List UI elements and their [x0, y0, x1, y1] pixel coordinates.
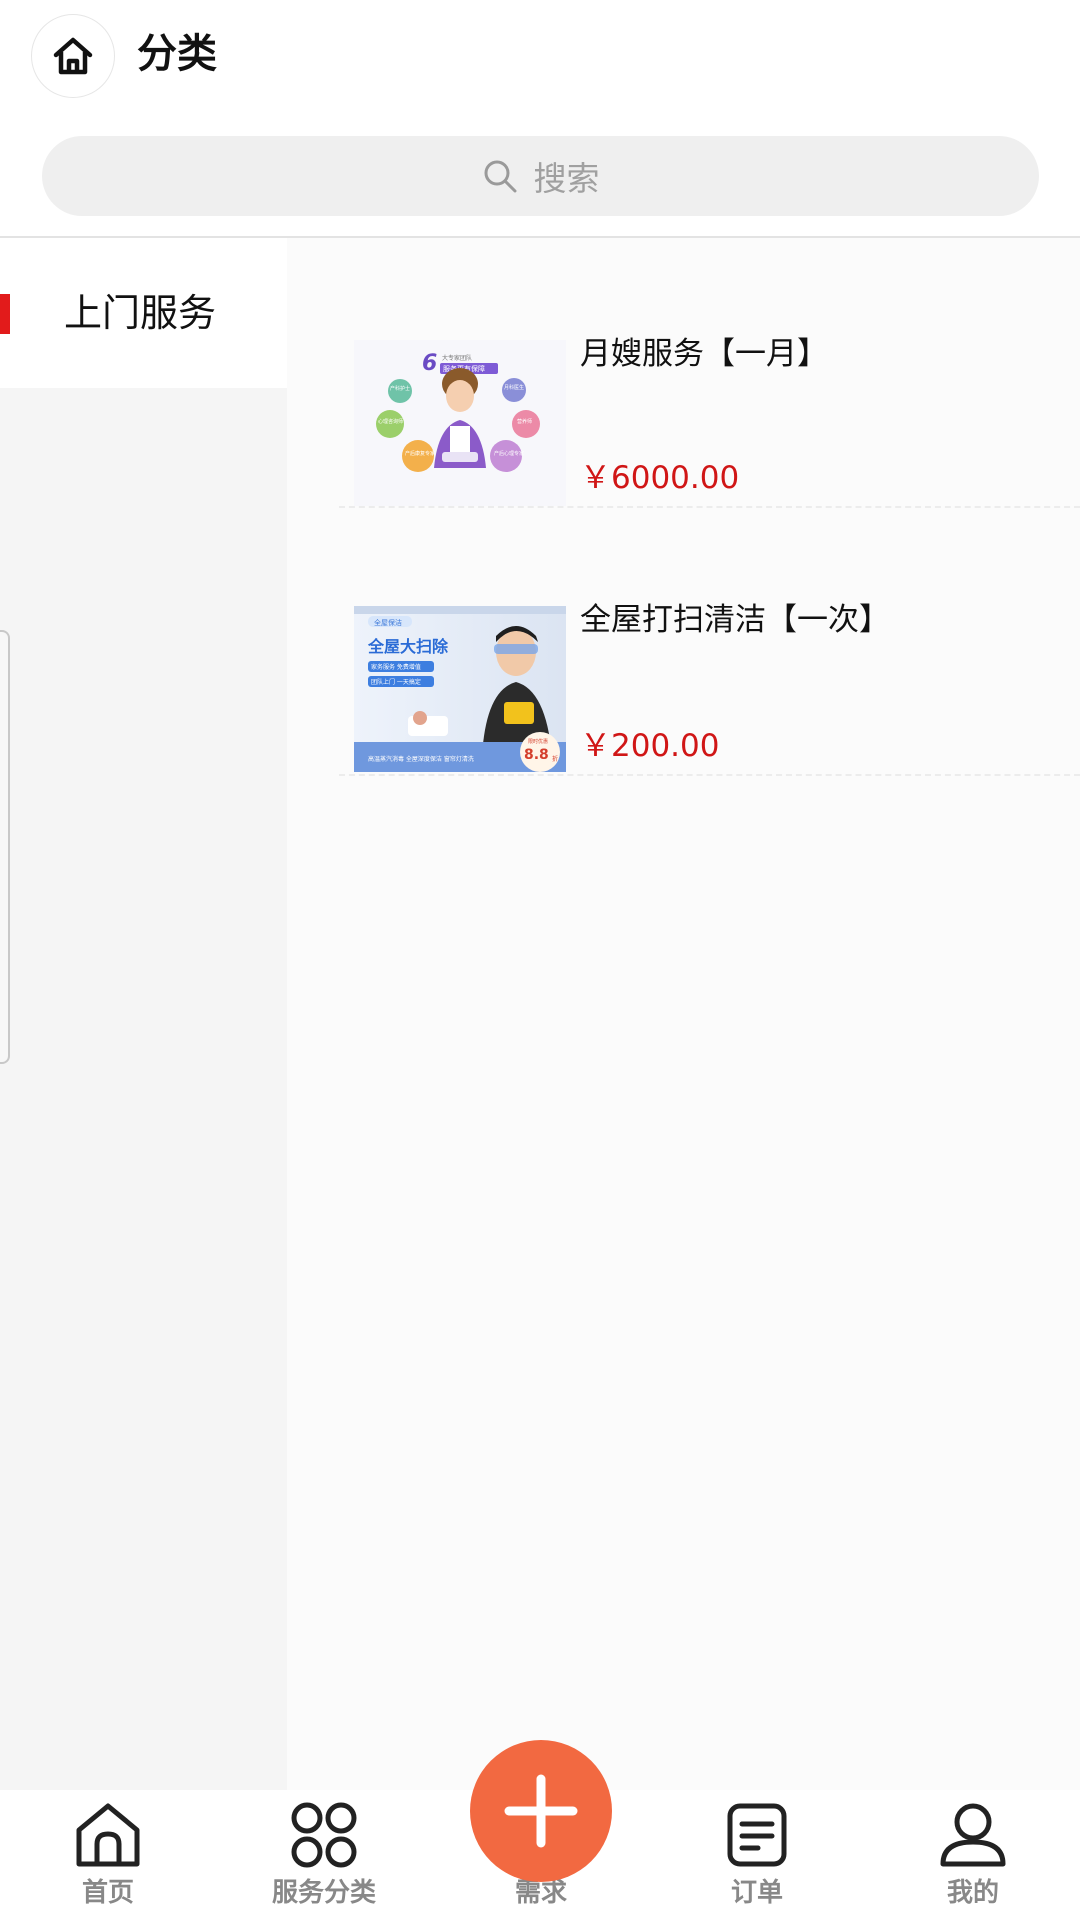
- nav-label: 我的: [946, 1878, 999, 1908]
- image-text: 全屋保洁: [374, 618, 402, 627]
- product-image: 6 大专家团队 服务更有保障 产科护士 月科医生 心理咨询师 营养师 产后康复专…: [354, 340, 566, 506]
- image-text: 8.8: [524, 747, 549, 763]
- image-text: 产科护士: [390, 385, 410, 392]
- image-text: 全屋大扫除: [367, 637, 449, 656]
- home-icon: [76, 1803, 140, 1867]
- user-icon: [940, 1803, 1006, 1867]
- image-text: 产后康复专家: [405, 450, 435, 457]
- product-item[interactable]: 全屋保洁 全屋大扫除 家务服务 免费增值 团队上门 一天搞定 高温蒸汽消毒 全屋…: [339, 506, 1080, 776]
- sidebar-scroll-handle[interactable]: [0, 630, 10, 1064]
- nav-item-orders[interactable]: 订单: [667, 1790, 847, 1920]
- order-icon: [727, 1803, 787, 1867]
- nav-item-home[interactable]: 首页: [18, 1790, 198, 1920]
- plus-icon: [504, 1774, 578, 1848]
- image-text: 限时优惠: [528, 738, 548, 745]
- active-indicator: [0, 294, 10, 334]
- product-name: 月嫂服务【一月】: [580, 336, 828, 372]
- image-text: 家务服务 免费增值: [371, 663, 421, 671]
- search-icon: [484, 160, 516, 193]
- category-sidebar: 上门服务: [0, 238, 287, 1790]
- image-text: 心理咨询师: [378, 418, 403, 425]
- product-name: 全屋打扫清洁【一次】: [580, 602, 890, 638]
- product-price: ￥6000.00: [580, 460, 740, 496]
- product-price: ￥200.00: [580, 728, 720, 764]
- product-item[interactable]: 6 大专家团队 服务更有保障 产科护士 月科医生 心理咨询师 营养师 产后康复专…: [339, 238, 1080, 508]
- product-image: 全屋保洁 全屋大扫除 家务服务 免费增值 团队上门 一天搞定 高温蒸汽消毒 全屋…: [354, 606, 566, 772]
- nav-label: 订单: [730, 1878, 783, 1908]
- nav-item-profile[interactable]: 我的: [883, 1790, 1063, 1920]
- image-text: 营养师: [517, 418, 532, 425]
- search-placeholder: 搜索: [533, 159, 600, 198]
- sidebar-item-home-service[interactable]: 上门服务: [0, 238, 287, 388]
- image-text: 高温蒸汽消毒 全屋深度保洁 窗帘灯清洗: [368, 755, 474, 763]
- nav-item-categories[interactable]: 服务分类: [234, 1790, 414, 1920]
- image-text: 大专家团队: [442, 354, 472, 362]
- add-demand-button[interactable]: [470, 1740, 612, 1882]
- grid-icon: [291, 1802, 357, 1868]
- page-title: 分类: [137, 31, 217, 77]
- home-button[interactable]: [31, 14, 115, 98]
- home-icon: [53, 37, 93, 75]
- image-text: 折: [552, 755, 558, 763]
- search-bar[interactable]: 搜索: [42, 136, 1039, 216]
- image-text: 6: [422, 351, 437, 376]
- image-text: 产后心理专家: [494, 450, 524, 457]
- nav-label: 首页: [81, 1878, 134, 1908]
- header: 分类: [0, 0, 1080, 112]
- image-text: 团队上门 一天搞定: [371, 678, 421, 686]
- nav-label: 服务分类: [271, 1878, 376, 1908]
- product-list: 6 大专家团队 服务更有保障 产科护士 月科医生 心理咨询师 营养师 产后康复专…: [287, 238, 1080, 1790]
- sidebar-item-label: 上门服务: [64, 291, 217, 335]
- image-text: 月科医生: [504, 384, 524, 391]
